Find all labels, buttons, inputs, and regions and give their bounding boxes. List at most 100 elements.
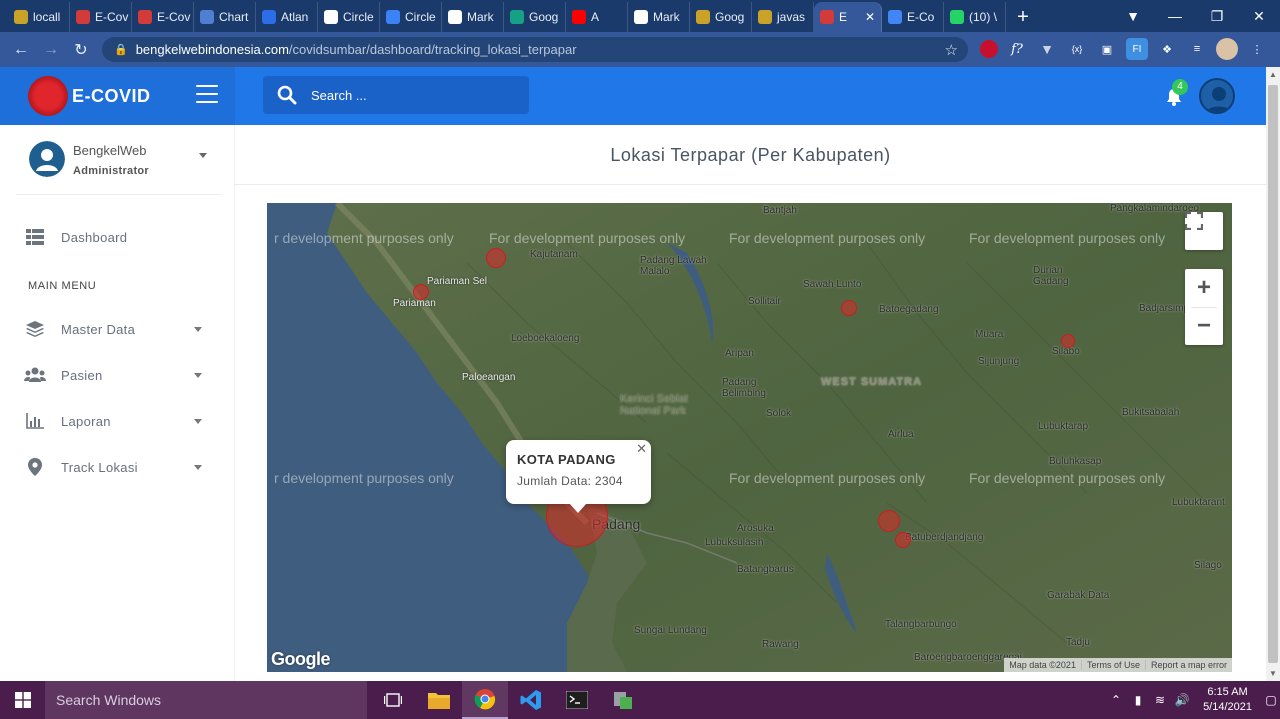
sidebar-user-block[interactable]: BengkelWeb Administrator: [16, 125, 222, 195]
browser-tab[interactable]: A: [566, 2, 628, 32]
map-marker[interactable]: [486, 248, 506, 268]
browser-tab[interactable]: locall: [8, 2, 70, 32]
sidebar-item-label: Pasien: [61, 367, 103, 383]
terminal-icon[interactable]: [554, 681, 600, 719]
browser-tab[interactable]: Goog: [504, 2, 566, 32]
map-place-label: Pariaman: [393, 298, 436, 309]
browser-tab[interactable]: Circle: [318, 2, 380, 32]
battery-icon[interactable]: ▮: [1127, 693, 1149, 707]
maximize-button[interactable]: ❐: [1196, 8, 1238, 25]
table-grid-icon: [24, 228, 46, 246]
sidebar-item-track-lokasi[interactable]: Track Lokasi: [24, 452, 214, 482]
back-icon[interactable]: ←: [6, 41, 36, 59]
map-attribution: Map data ©2021 Terms of Use Report a map…: [1004, 658, 1232, 672]
chrome-icon[interactable]: [462, 681, 508, 719]
main-menu-header: MAIN MENU: [28, 280, 97, 292]
map-place-label: Tadju: [1066, 637, 1090, 648]
browser-tab[interactable]: E-Cov: [70, 2, 132, 32]
hamburger-menu-icon[interactable]: [196, 85, 218, 103]
minimize-button[interactable]: —: [1154, 8, 1196, 24]
notification-center-icon[interactable]: ▢: [1262, 693, 1280, 707]
browser-tab[interactable]: Mark: [442, 2, 504, 32]
browser-menu-icon[interactable]: ⋮: [1246, 38, 1268, 60]
sidebar-avatar: [29, 141, 65, 177]
extension-shield-icon[interactable]: [980, 40, 998, 58]
browser-tab[interactable]: Circle: [380, 2, 442, 32]
address-bar[interactable]: 🔒 bengkelwebindonesia.com/covidsumbar/da…: [102, 37, 968, 62]
tab-close-icon[interactable]: ✕: [865, 10, 875, 24]
tab-search-icon[interactable]: ▼: [1112, 8, 1154, 24]
terms-link[interactable]: Terms of Use: [1080, 660, 1145, 670]
tab-label: Circle: [405, 10, 436, 24]
map-marker[interactable]: [841, 300, 857, 316]
sidebar-item-laporan[interactable]: Laporan: [24, 406, 214, 436]
forward-icon[interactable]: →: [36, 41, 66, 59]
extension-code-icon[interactable]: {x}: [1066, 38, 1088, 60]
browser-tab[interactable]: Atlan: [256, 2, 318, 32]
browser-tab[interactable]: E ✕: [814, 2, 882, 32]
search-input[interactable]: Search ...: [263, 76, 529, 114]
tab-label: (10) \: [969, 10, 998, 24]
top-navbar: Search ... 4: [235, 67, 1266, 125]
brand-name: E-COVID: [72, 85, 151, 106]
map-marker[interactable]: [895, 532, 911, 548]
taskbar-search-input[interactable]: Search Windows: [45, 681, 367, 719]
report-error-link[interactable]: Report a map error: [1144, 660, 1232, 670]
map-watermark: For development purposes only: [489, 230, 686, 246]
reading-list-icon[interactable]: ≡: [1186, 38, 1208, 60]
wifi-icon[interactable]: ≋: [1149, 693, 1171, 707]
chevron-up-icon[interactable]: ⌃: [1105, 693, 1127, 707]
windows-start-icon[interactable]: [0, 681, 45, 719]
extension-vue-icon[interactable]: ▼: [1036, 38, 1058, 60]
browser-tab[interactable]: Chart: [194, 2, 256, 32]
extension-fi-icon[interactable]: FI: [1126, 38, 1148, 60]
map-marker[interactable]: [1061, 334, 1075, 348]
map-marker[interactable]: [413, 284, 429, 300]
user-avatar[interactable]: [1199, 78, 1235, 114]
sidebar-item-master-data[interactable]: Master Data: [24, 314, 214, 344]
extension-camera-icon[interactable]: ▣: [1096, 38, 1118, 60]
page-scrollbar[interactable]: ▲ ▼: [1266, 67, 1280, 681]
fullscreen-icon[interactable]: [1185, 212, 1223, 250]
sidebar-item-pasien[interactable]: Pasien: [24, 360, 214, 390]
browser-tab[interactable]: Mark: [628, 2, 690, 32]
map-place-label: Batuberdjandjang: [905, 532, 984, 543]
profile-avatar[interactable]: [1216, 38, 1238, 60]
tab-label: Chart: [219, 10, 249, 24]
close-window-button[interactable]: ✕: [1238, 8, 1280, 25]
vscode-icon[interactable]: [508, 681, 554, 719]
volume-icon[interactable]: 🔊: [1171, 693, 1193, 707]
bookmark-star-icon[interactable]: ☆: [945, 41, 958, 59]
browser-tab[interactable]: Goog: [690, 2, 752, 32]
extensions-puzzle-icon[interactable]: ❖: [1156, 38, 1178, 60]
browser-toolbar: ← → ↻ 🔒 bengkelwebindonesia.com/covidsum…: [0, 32, 1280, 67]
app-icon[interactable]: [600, 681, 646, 719]
sidebar-user-name: BengkelWeb: [73, 143, 147, 158]
close-icon[interactable]: ✕: [636, 441, 647, 457]
browser-tab[interactable]: E-Cov: [132, 2, 194, 32]
browser-tab[interactable]: javas: [752, 2, 814, 32]
map-place-label: Muara: [975, 329, 1004, 340]
new-tab-button[interactable]: +: [1006, 2, 1040, 32]
map-marker[interactable]: [878, 510, 900, 532]
chevron-down-icon: [194, 327, 202, 332]
google-map[interactable]: r development purposes only For developm…: [267, 203, 1232, 672]
file-explorer-icon[interactable]: [416, 681, 462, 719]
tab-favicon-icon: [448, 10, 462, 24]
sidebar-item-dashboard[interactable]: Dashboard: [24, 222, 214, 252]
taskbar-clock[interactable]: 6:15 AM 5/14/2021: [1193, 685, 1262, 715]
zoom-out-button[interactable]: −: [1185, 307, 1223, 345]
browser-tab[interactable]: (10) \: [944, 2, 1006, 32]
tab-label: Goog: [715, 10, 745, 24]
map-place-label: Padang Lawah Malalo: [640, 255, 707, 277]
zoom-in-button[interactable]: +: [1185, 269, 1223, 307]
map-info-window: KOTA PADANG Jumlah Data: 2304 ✕: [506, 440, 651, 513]
sidebar-item-label: Master Data: [61, 321, 136, 337]
map-watermark: For development purposes only: [729, 230, 926, 246]
task-view-icon[interactable]: [370, 681, 416, 719]
extension-formula-icon[interactable]: f?: [1006, 38, 1028, 60]
layers-icon: [24, 320, 46, 338]
clock-time: 6:15 AM: [1207, 686, 1248, 698]
reload-icon[interactable]: ↻: [66, 40, 96, 60]
browser-tab[interactable]: E-Co: [882, 2, 944, 32]
